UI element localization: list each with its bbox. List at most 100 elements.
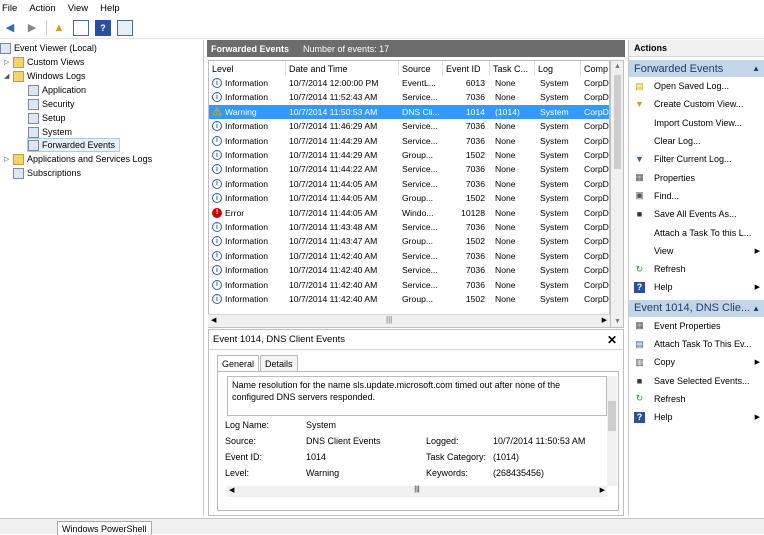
tree-item-app-services[interactable]: ▷ Applications and Services Logs <box>4 152 152 166</box>
action-item[interactable]: View ▶ <box>629 242 764 260</box>
menu-file[interactable]: File <box>2 3 17 14</box>
table-row[interactable]: i Information 10/7/2014 11:44:05 AM Service… <box>209 177 609 191</box>
filter-icon: ▼ <box>635 154 644 165</box>
table-row[interactable]: i Information 10/7/2014 11:44:22 AM Service… <box>209 162 609 176</box>
tree-item-root[interactable]: Event Viewer (Local) <box>0 41 97 55</box>
table-row[interactable]: i Information 10/7/2014 11:44:05 AM Group..… <box>209 191 609 205</box>
scroll-down-icon[interactable]: ▼ <box>614 318 621 325</box>
action-item[interactable]: ▤ Attach Task To This Ev... <box>629 335 764 353</box>
actions-section-forwarded-events[interactable]: Forwarded Events ▲ <box>629 60 764 77</box>
table-row[interactable]: i Information 10/7/2014 11:42:40 AM Service… <box>209 263 609 277</box>
taskbar-item-powershell[interactable]: Windows PowerShell <box>57 521 152 535</box>
table-row[interactable]: i Information 10/7/2014 11:44:29 AM Service… <box>209 134 609 148</box>
scroll-grip-icon[interactable]: ||| <box>414 486 419 493</box>
column-header-source[interactable]: Source <box>399 61 443 76</box>
actions-section-event[interactable]: Event 1014, DNS Clie... ▲ <box>629 299 764 317</box>
table-row[interactable]: i Information 10/7/2014 11:43:47 AM Group..… <box>209 234 609 248</box>
collapse-up-icon[interactable]: ▲ <box>752 304 760 313</box>
column-header-task[interactable]: Task C... <box>490 61 535 76</box>
scroll-right-icon[interactable]: ▶ <box>602 316 607 324</box>
action-item[interactable]: Import Custom View... <box>629 114 764 132</box>
scroll-grip-icon[interactable]: ||| <box>386 315 392 324</box>
action-item[interactable]: ↻ Refresh <box>629 260 764 278</box>
tree-item-subscriptions[interactable]: Subscriptions <box>13 166 81 180</box>
information-icon: i <box>212 294 222 304</box>
scroll-right-icon[interactable]: ▶ <box>600 486 605 494</box>
action-item[interactable]: ? Help ▶ <box>629 278 764 296</box>
action-item[interactable]: ▼ Filter Current Log... <box>629 150 764 168</box>
cell-source: Service... <box>402 178 438 189</box>
back-arrow-icon[interactable]: ◀ <box>2 20 18 36</box>
tree-label: Forwarded Events <box>42 140 116 150</box>
action-item[interactable]: ▣ Find... <box>629 187 764 205</box>
show-hide-action-icon[interactable] <box>117 19 133 36</box>
detail-scrollbar[interactable] <box>607 376 617 486</box>
collapse-up-icon[interactable]: ▲ <box>752 64 760 73</box>
action-item[interactable]: ▼ Create Custom View... <box>629 95 764 113</box>
table-row[interactable]: i Information 10/7/2014 11:52:43 AM Service… <box>209 90 609 104</box>
forward-arrow-icon[interactable]: ▶ <box>24 20 40 36</box>
action-item[interactable]: ▦ Event Properties <box>629 317 764 335</box>
up-folder-icon[interactable]: ▲ <box>51 20 67 36</box>
expand-icon[interactable]: ▷ <box>4 155 13 163</box>
column-header-event-id[interactable]: Event ID <box>443 61 490 76</box>
tree-item-forwarded-events[interactable]: Forwarded Events <box>27 138 121 152</box>
tree-item-setup[interactable]: Setup <box>28 111 66 125</box>
tree-item-security[interactable]: Security <box>28 97 75 111</box>
table-row[interactable]: i Information 10/7/2014 11:42:40 AM Service… <box>209 278 609 292</box>
collapse-icon[interactable]: ◢ <box>4 72 13 80</box>
cell-id: 1502 <box>465 236 485 247</box>
tree-item-application[interactable]: Application <box>28 83 86 97</box>
column-header-date[interactable]: Date and Time <box>286 61 399 76</box>
cell-source: DNS Cli... <box>402 106 440 117</box>
action-item[interactable]: ▦ Properties <box>629 168 764 186</box>
help-icon[interactable]: ? <box>95 19 111 36</box>
table-row[interactable]: i Information 10/7/2014 11:42:40 AM Group..… <box>209 292 609 306</box>
close-icon[interactable]: ✕ <box>607 333 617 347</box>
table-row[interactable]: ⚠ Warning 10/7/2014 11:50:53 AM DNS Cli... 1… <box>209 104 609 120</box>
cell-task: None <box>495 78 516 88</box>
column-header-log[interactable]: Log <box>535 61 581 76</box>
table-row[interactable]: i Information 10/7/2014 12:00:00 PM EventL.… <box>209 76 609 90</box>
tab-general[interactable]: General <box>217 355 260 372</box>
tree-item-custom-views[interactable]: ▷ Custom Views <box>4 55 84 69</box>
scroll-left-icon[interactable]: ◀ <box>211 316 216 324</box>
menu-view[interactable]: View <box>68 3 88 14</box>
cell-date: 10/7/2014 11:52:43 AM <box>289 92 378 103</box>
menu-help[interactable]: Help <box>100 3 120 14</box>
toolbar-separator <box>46 20 47 35</box>
column-header-level[interactable]: Level <box>209 61 286 76</box>
cell-source: Group... <box>402 294 434 304</box>
table-row[interactable]: i Information 10/7/2014 11:42:40 AM Service… <box>209 249 609 263</box>
cell-level: i Information <box>209 263 286 277</box>
action-item[interactable]: Clear Log... <box>629 132 764 150</box>
scroll-up-icon[interactable]: ▲ <box>614 63 621 70</box>
action-item[interactable]: ■ Save Selected Events... <box>629 371 764 389</box>
detail-horizontal-scrollbar[interactable]: ◀ ||| ▶ <box>227 486 607 497</box>
action-item[interactable]: ■ Save All Events As... <box>629 205 764 223</box>
show-hide-tree-icon[interactable] <box>73 19 89 36</box>
tree-item-system[interactable]: System <box>28 125 72 139</box>
action-item[interactable]: ↻ Refresh <box>629 390 764 408</box>
event-message[interactable]: Name resolution for the name sls.update.… <box>227 376 607 416</box>
action-item[interactable]: ▤ Open Saved Log... <box>629 77 764 95</box>
events-horizontal-scrollbar[interactable]: ◀ ||| ▶ <box>208 314 610 327</box>
cell-comp: CorpD <box>584 178 609 189</box>
table-row[interactable]: ! Error 10/7/2014 11:44:05 AM Windo... 10128… <box>209 206 609 220</box>
table-row[interactable]: i Information 10/7/2014 11:46:29 AM Service… <box>209 119 609 133</box>
tree-item-windows-logs[interactable]: ◢ Windows Logs <box>4 69 86 83</box>
column-header-computer[interactable]: Comp <box>581 61 609 76</box>
scroll-thumb[interactable] <box>608 401 616 431</box>
menu-action[interactable]: Action <box>29 3 55 14</box>
action-item[interactable]: ▥ Copy ▶ <box>629 353 764 371</box>
scroll-left-icon[interactable]: ◀ <box>229 486 234 494</box>
table-row[interactable]: i Information 10/7/2014 11:43:48 AM Service… <box>209 220 609 234</box>
action-item[interactable]: Attach a Task To this L... <box>629 223 764 241</box>
cell-id: 7036 <box>465 250 485 261</box>
action-item[interactable]: ? Help ▶ <box>629 408 764 426</box>
tab-details[interactable]: Details <box>260 355 298 371</box>
expand-icon[interactable]: ▷ <box>4 58 13 66</box>
table-row[interactable]: i Information 10/7/2014 11:44:29 AM Group..… <box>209 148 609 162</box>
scroll-thumb[interactable] <box>614 75 621 169</box>
events-vertical-scrollbar[interactable]: ▲ ▼ <box>610 60 624 328</box>
